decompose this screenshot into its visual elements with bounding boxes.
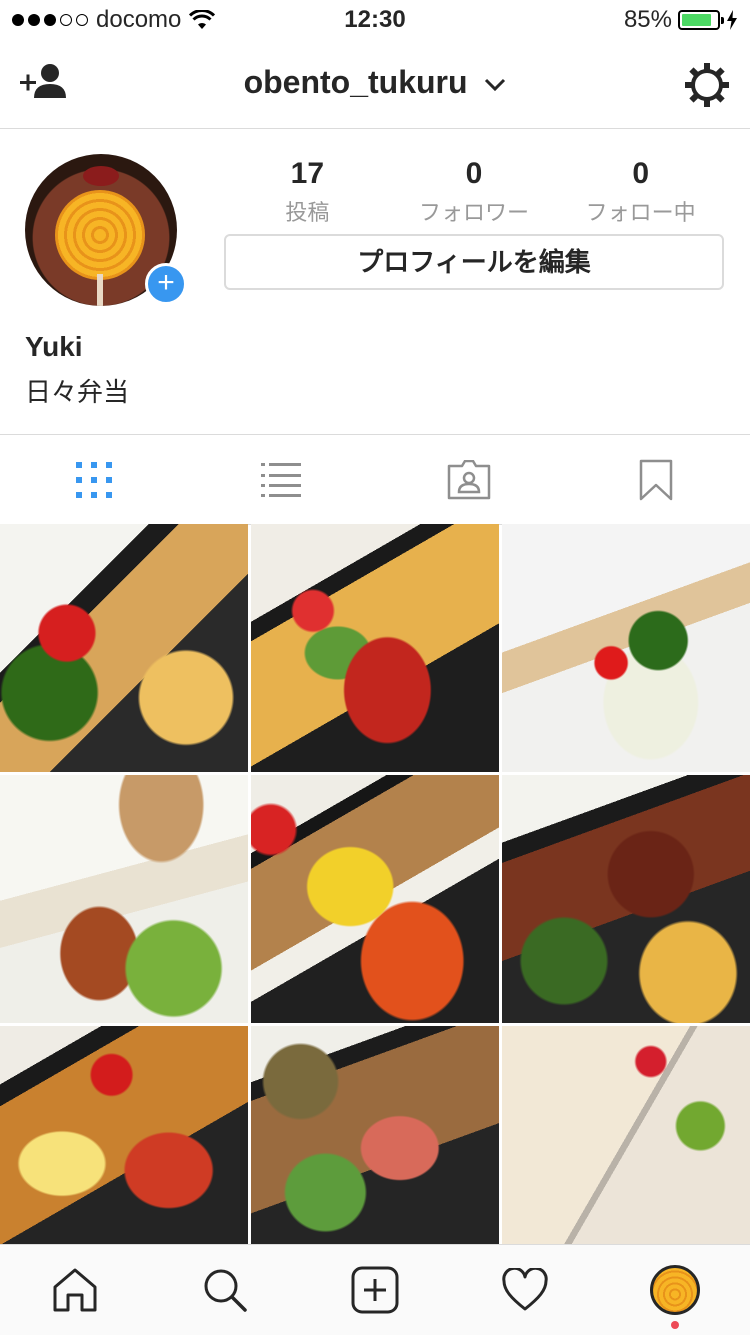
status-right: 85% bbox=[624, 6, 738, 34]
post-thumbnail[interactable] bbox=[0, 524, 248, 772]
profile-bio: 日々弁当 bbox=[25, 372, 129, 409]
followers-count: 0 bbox=[391, 157, 558, 191]
post-thumbnail[interactable] bbox=[251, 775, 499, 1023]
post-thumbnail[interactable] bbox=[0, 775, 248, 1023]
tagged-person-icon bbox=[446, 460, 492, 500]
followers-label: フォロワー bbox=[391, 195, 558, 227]
tab-tagged[interactable] bbox=[375, 435, 563, 524]
profile-avatar-icon bbox=[650, 1265, 700, 1315]
profile-name: Yuki bbox=[25, 331, 83, 363]
add-story-icon[interactable]: + bbox=[145, 263, 187, 305]
profile-stats: 17 投稿 0 フォロワー 0 フォロー中 bbox=[224, 157, 724, 227]
view-tabs bbox=[0, 434, 750, 525]
nav-search[interactable] bbox=[150, 1245, 300, 1335]
username-switcher[interactable]: obento_tukuru bbox=[0, 64, 750, 101]
following-stat[interactable]: 0 フォロー中 bbox=[557, 157, 724, 227]
post-thumbnail[interactable] bbox=[502, 775, 750, 1023]
posts-stat[interactable]: 17 投稿 bbox=[224, 157, 391, 227]
heart-icon bbox=[501, 1268, 549, 1312]
tab-saved[interactable] bbox=[563, 435, 750, 524]
chevron-down-icon bbox=[484, 78, 506, 92]
battery-icon bbox=[678, 10, 720, 30]
edit-profile-button[interactable]: プロフィールを編集 bbox=[224, 234, 724, 290]
bottom-nav bbox=[0, 1244, 750, 1335]
profile-header: obento_tukuru bbox=[0, 40, 750, 129]
notification-dot bbox=[671, 1321, 679, 1329]
nav-new-post[interactable] bbox=[300, 1245, 450, 1335]
grid-icon bbox=[76, 462, 112, 498]
nav-activity[interactable] bbox=[450, 1245, 600, 1335]
search-icon bbox=[202, 1267, 248, 1313]
post-thumbnail[interactable] bbox=[0, 1026, 248, 1244]
status-bar: docomo 12:30 85% bbox=[0, 0, 750, 40]
following-label: フォロー中 bbox=[557, 195, 724, 227]
charging-bolt-icon bbox=[726, 10, 738, 30]
following-count: 0 bbox=[557, 157, 724, 191]
nav-home[interactable] bbox=[0, 1245, 150, 1335]
post-thumbnail[interactable] bbox=[251, 524, 499, 772]
new-post-icon bbox=[351, 1266, 399, 1314]
bookmark-icon bbox=[639, 459, 673, 501]
list-icon bbox=[261, 462, 301, 498]
header-username: obento_tukuru bbox=[244, 64, 468, 100]
nav-profile[interactable] bbox=[600, 1245, 750, 1335]
post-thumbnail[interactable] bbox=[502, 1026, 750, 1244]
tab-grid-view[interactable] bbox=[0, 435, 188, 524]
battery-percent: 85% bbox=[624, 6, 672, 34]
profile-section: + 17 投稿 0 フォロワー 0 フォロー中 プロフィールを編集 Yuki 日… bbox=[0, 129, 750, 434]
post-thumbnail[interactable] bbox=[251, 1026, 499, 1244]
followers-stat[interactable]: 0 フォロワー bbox=[391, 157, 558, 227]
posts-grid bbox=[0, 524, 750, 1244]
home-icon bbox=[51, 1267, 99, 1313]
tab-list-view[interactable] bbox=[188, 435, 376, 524]
posts-count: 17 bbox=[224, 157, 391, 191]
gear-icon[interactable] bbox=[684, 62, 730, 108]
posts-label: 投稿 bbox=[224, 195, 391, 227]
post-thumbnail[interactable] bbox=[502, 524, 750, 772]
